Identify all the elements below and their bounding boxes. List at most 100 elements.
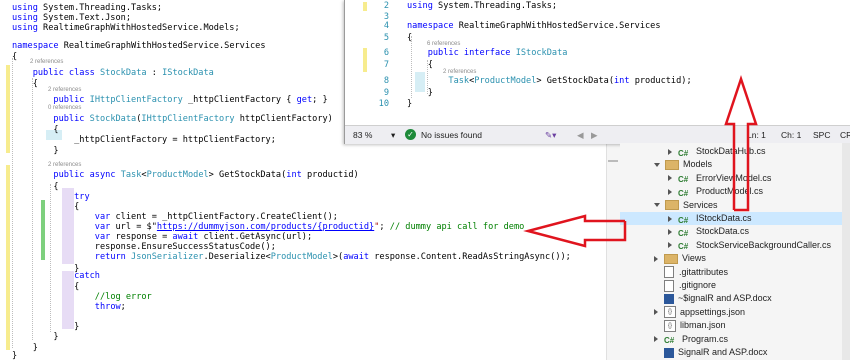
collapsed-arrow-icon[interactable]	[668, 229, 672, 236]
code-token: int	[614, 76, 630, 86]
zoom-dropdown-icon[interactable]: ▾	[391, 130, 395, 141]
code-line[interactable]: Task<ProductModel> GetStockData(int prod…	[407, 75, 692, 87]
scroll-marker	[608, 220, 618, 222]
expanded-arrow-icon[interactable]	[654, 163, 660, 168]
codelens-interface-refs[interactable]: 6 references	[427, 41, 460, 47]
collapsed-arrow-icon[interactable]	[654, 255, 658, 262]
codelens-method-refs[interactable]: 2 references	[443, 69, 476, 75]
code-line[interactable]: }	[407, 98, 412, 110]
zoom-level[interactable]: 83 %	[353, 130, 372, 140]
tree-item[interactable]: {} appsettings.json	[620, 306, 842, 319]
expanded-arrow-icon[interactable]	[654, 203, 660, 208]
code-line[interactable]: using System.Threading.Tasks;	[407, 0, 557, 12]
code-token: public class	[32, 68, 95, 78]
brush-icon[interactable]: ✎▾	[545, 130, 556, 141]
code-token: .Deserialize<	[203, 252, 271, 262]
collapsed-arrow-icon[interactable]	[668, 175, 672, 182]
line-indicator[interactable]: Ln: 1	[747, 130, 766, 140]
code-line[interactable]: }	[12, 145, 58, 158]
tree-item[interactable]: C# IStockData.cs	[620, 212, 842, 225]
line-number: 8	[383, 76, 389, 86]
tree-item[interactable]: .gitattributes	[620, 266, 842, 279]
folder-icon	[665, 160, 679, 171]
collapsed-arrow-icon[interactable]	[668, 148, 672, 155]
explorer-scrollbar[interactable]	[842, 143, 850, 360]
code-token: get	[296, 95, 313, 105]
code-line[interactable]: }	[12, 350, 17, 363]
code-token: System.Threading.Tasks;	[432, 1, 558, 11]
issues-status[interactable]: No issues found	[421, 130, 482, 140]
text-file-icon	[664, 266, 674, 279]
code-line[interactable]: throw;	[12, 301, 126, 314]
code-token: {	[12, 79, 38, 89]
tree-item[interactable]: Services	[620, 199, 842, 212]
code-line[interactable]: namespace RealtimeGraphWithHostedService…	[12, 40, 266, 53]
tree-item[interactable]: Models	[620, 158, 842, 171]
collapsed-arrow-icon[interactable]	[654, 336, 658, 343]
codelens-class-refs[interactable]: 2 references	[30, 59, 63, 65]
tree-item[interactable]: C# ProductModel.cs	[620, 185, 842, 198]
code-highlight	[415, 72, 425, 92]
tree-item[interactable]: SignalR and ASP.docx	[620, 346, 842, 359]
codelens-ctor-refs[interactable]: 0 references	[48, 105, 81, 111]
code-token: namespace	[407, 21, 454, 31]
collapsed-arrow-icon[interactable]	[668, 215, 672, 222]
nav-forward-icon[interactable]: ▶	[591, 130, 598, 141]
code-token: ProductModel	[146, 170, 209, 180]
tree-item[interactable]: C# StockServiceBackgroundCaller.cs	[620, 239, 842, 252]
word-document-icon	[664, 294, 674, 305]
code-line[interactable]: public interface IStockData	[407, 47, 568, 59]
interface-editor-window[interactable]: 2 using System.Threading.Tasks; 3 4 namespac…	[344, 0, 850, 144]
tree-item[interactable]: C# ErrorViewModel.cs	[620, 172, 842, 185]
code-token: using	[12, 23, 38, 33]
code-line[interactable]: using RealtimeGraphWithHostedService.Mod…	[12, 22, 240, 35]
collapsed-arrow-icon[interactable]	[668, 188, 672, 195]
code-token: public	[53, 95, 85, 105]
folder-icon	[664, 253, 678, 264]
line-ending-indicator[interactable]: CR	[840, 130, 850, 140]
code-line[interactable]: {	[12, 78, 38, 91]
tree-item[interactable]: C# StockData.cs	[620, 225, 842, 238]
code-token: RealtimeGraphWithHostedService.Services	[58, 41, 266, 51]
code-token: productid)	[301, 170, 359, 180]
collapsed-arrow-icon[interactable]	[668, 242, 672, 249]
collapsed-arrow-icon[interactable]	[654, 309, 658, 316]
code-token: // dummy api call for demo	[389, 222, 525, 232]
column-indicator[interactable]: Ch: 1	[781, 130, 801, 140]
code-token: await	[343, 252, 370, 262]
whitespace-indicator[interactable]: SPC	[813, 130, 830, 140]
tree-item[interactable]: Views	[620, 252, 842, 265]
codelens-prop-refs[interactable]: 2 references	[48, 87, 81, 93]
tree-item-label: appsettings.json	[680, 306, 746, 317]
nav-back-icon[interactable]: ◀	[577, 130, 584, 141]
tree-item[interactable]: ~$ignalR and ASP.docx	[620, 292, 842, 305]
code-token: int	[286, 170, 302, 180]
tree-item[interactable]: {} libman.json	[620, 319, 842, 332]
code-token: productid);	[629, 76, 692, 86]
code-token: Task	[448, 76, 470, 86]
json-file-icon: {}	[664, 306, 676, 319]
code-token: response.Content.ReadAsStringAsync());	[369, 252, 571, 262]
tree-item[interactable]: C# Program.cs	[620, 333, 842, 346]
tree-item[interactable]: .gitignore	[620, 279, 842, 292]
json-file-icon: {}	[664, 319, 676, 332]
code-token: public	[53, 114, 85, 124]
code-line[interactable]: public StockData(IHttpClientFactory http…	[12, 113, 332, 126]
solution-explorer[interactable]: C# StockDataHub.cs Models C# ErrorViewModel.…	[620, 143, 850, 360]
code-line[interactable]: namespace RealtimeGraphWithHostedService…	[407, 20, 661, 32]
code-line[interactable]: return JsonSerializer.Deserialize<Produc…	[12, 251, 571, 264]
line-number: 10	[378, 99, 389, 109]
code-token: IStockData	[162, 68, 214, 78]
csharp-file-icon: C#	[678, 229, 689, 239]
code-line[interactable]: public class StockData : IStockData	[12, 67, 214, 80]
tree-item[interactable]: C# StockDataHub.cs	[620, 145, 842, 158]
text-file-icon	[664, 279, 674, 292]
code-line[interactable]: {	[12, 51, 17, 64]
codelens-method-refs[interactable]: 2 references	[48, 162, 81, 168]
tree-item-label: IStockData.cs	[696, 213, 752, 223]
code-line[interactable]: public async Task<ProductModel> GetStock…	[12, 169, 359, 182]
